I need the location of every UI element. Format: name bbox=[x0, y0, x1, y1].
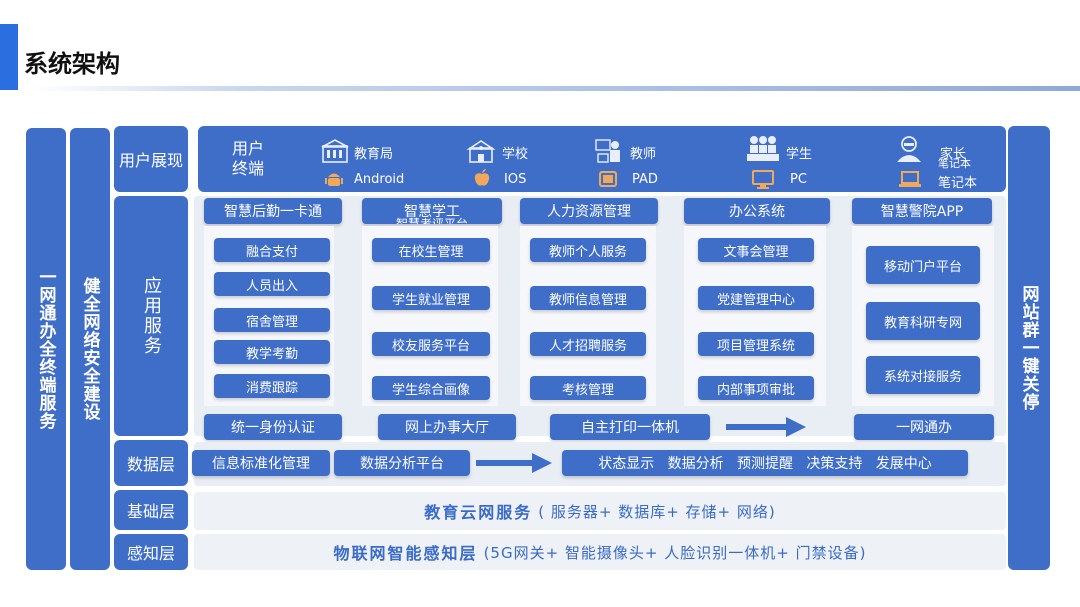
app-item: 教学考勤 bbox=[214, 340, 330, 364]
app-item: 校友服务平台 bbox=[372, 332, 490, 356]
user-terminal-bar: 用户终端 教育局 学校 教师 学生 家长 笔记本 Android IOS PAD… bbox=[198, 126, 1006, 192]
parent-icon bbox=[894, 134, 924, 164]
device-label: Android bbox=[354, 172, 405, 187]
app-item: 党建管理中心 bbox=[698, 286, 814, 310]
app-column-title: 人力资源管理 bbox=[520, 198, 658, 224]
device-label: PC bbox=[790, 172, 807, 187]
laptop-icon bbox=[898, 170, 922, 188]
device-label: 笔记本 bbox=[938, 176, 978, 191]
base-layer-detail: ( 服务器+ 数据库+ 存储+ 网络) bbox=[538, 502, 776, 521]
app-column-title: 办公系统 bbox=[684, 198, 830, 224]
layer-base-label: 基础层 bbox=[126, 502, 175, 521]
app-item: 移动门户平台 bbox=[866, 246, 980, 284]
apple-icon bbox=[472, 168, 492, 188]
page-title: 系统架构 bbox=[24, 50, 120, 78]
app-item: 学生综合画像 bbox=[372, 376, 490, 400]
layer-user-label: 用户展现 bbox=[118, 151, 183, 170]
app-bottom-item: 一网通办 bbox=[854, 414, 994, 440]
app-column-subtitle: 智慧考评平台 bbox=[395, 217, 468, 224]
role-label: 学校 bbox=[502, 147, 529, 162]
app-item: 消费跟踪 bbox=[214, 374, 330, 398]
app-item: 考核管理 bbox=[530, 376, 646, 400]
left-column-network-security: 健全网络安全建设 bbox=[70, 128, 110, 570]
left-column-one-label: 一网通办全终端服务 bbox=[35, 268, 56, 430]
monitor-icon bbox=[752, 170, 774, 190]
app-item: 系统对接服务 bbox=[866, 356, 980, 394]
app-item: 融合支付 bbox=[214, 238, 330, 262]
app-item: 教育科研专网 bbox=[866, 302, 980, 340]
layer-data-label: 数据层 bbox=[126, 455, 175, 474]
app-item: 内部事项审批 bbox=[698, 376, 814, 400]
parent-sub-label: 笔记本 bbox=[938, 157, 971, 170]
data-item: 数据分析平台 bbox=[334, 450, 470, 476]
role-label: 教育局 bbox=[354, 147, 394, 162]
layer-app: 应用服务 bbox=[114, 196, 188, 436]
app-column-title: 智慧警院APP bbox=[852, 198, 992, 224]
base-layer-title: 教育云网服务 bbox=[424, 503, 533, 522]
app-column-title: 智慧后勤一卡通 bbox=[204, 198, 342, 224]
layer-sense: 感知层 bbox=[114, 534, 188, 570]
title-underline bbox=[30, 86, 1080, 91]
right-column-site-shutdown: 网站群一键关停 bbox=[1008, 126, 1050, 570]
teacher-icon bbox=[594, 138, 624, 164]
app-item: 人才招聘服务 bbox=[530, 332, 646, 356]
left-column-two-label: 健全网络安全建设 bbox=[79, 277, 100, 421]
app-item: 教师个人服务 bbox=[530, 238, 646, 262]
flow-arrow-icon bbox=[726, 416, 806, 438]
role-label: 学生 bbox=[786, 147, 813, 162]
app-item: 在校生管理 bbox=[372, 238, 490, 262]
app-item: 项目管理系统 bbox=[698, 332, 814, 356]
device-label: IOS bbox=[504, 172, 527, 187]
app-bottom-item: 自主打印一体机 bbox=[550, 414, 710, 440]
app-item: 人员出入 bbox=[214, 272, 330, 296]
building-icon bbox=[320, 138, 350, 164]
sense-layer-title: 物联网智能感知层 bbox=[333, 544, 478, 563]
app-item: 学生就业管理 bbox=[372, 286, 490, 310]
app-column-title-box: 智慧学工 智慧考评平台 bbox=[362, 198, 502, 224]
layer-base: 基础层 bbox=[114, 490, 188, 530]
app-item: 教师信息管理 bbox=[530, 286, 646, 310]
sense-layer-bar: 物联网智能感知层 (5G网关+ 智能摄像头+ 人脸识别一体机+ 门禁设备) bbox=[194, 534, 1006, 570]
device-label: PAD bbox=[632, 172, 658, 187]
layer-sense-label: 感知层 bbox=[126, 544, 175, 563]
user-terminal-label: 用户终端 bbox=[231, 139, 264, 178]
students-icon bbox=[746, 134, 780, 164]
layer-app-label: 应用服务 bbox=[141, 276, 162, 356]
app-bottom-item: 统一身份认证 bbox=[204, 414, 342, 440]
layer-user: 用户展现 bbox=[114, 126, 188, 192]
role-label: 教师 bbox=[630, 147, 657, 162]
layer-data: 数据层 bbox=[114, 440, 188, 486]
data-item: 信息标准化管理 bbox=[192, 450, 330, 476]
right-column-label: 网站群一键关停 bbox=[1018, 285, 1039, 411]
app-bottom-item: 网上办事大厅 bbox=[378, 414, 516, 440]
title-accent-bar bbox=[0, 24, 18, 90]
tablet-icon bbox=[598, 170, 618, 188]
sense-layer-detail: (5G网关+ 智能摄像头+ 人脸识别一体机+ 门禁设备) bbox=[483, 543, 867, 562]
flow-arrow-icon bbox=[476, 452, 552, 474]
base-layer-bar: 教育云网服务 ( 服务器+ 数据库+ 存储+ 网络) bbox=[194, 492, 1006, 530]
android-icon bbox=[324, 170, 344, 188]
school-icon bbox=[466, 138, 496, 164]
app-item: 文事会管理 bbox=[698, 238, 814, 262]
app-item: 宿舍管理 bbox=[214, 308, 330, 332]
data-outputs: 状态显示 数据分析 预测提醒 决策支持 发展中心 bbox=[562, 450, 968, 476]
left-column-one-network: 一网通办全终端服务 bbox=[26, 128, 66, 570]
